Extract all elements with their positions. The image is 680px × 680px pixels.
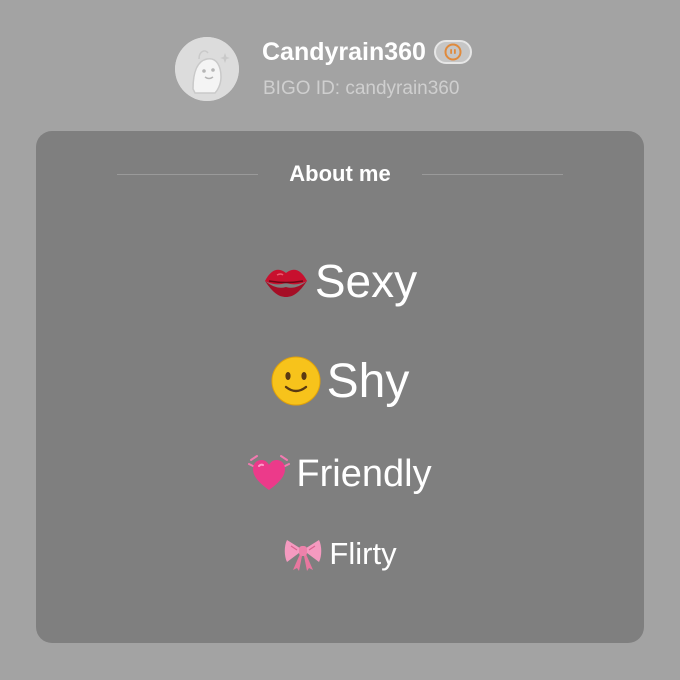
trait-friendly: Friendly	[36, 451, 644, 497]
ribbon-bow-icon	[285, 540, 322, 571]
trait-label: Flirty	[329, 536, 397, 571]
level-badge[interactable]	[433, 40, 472, 64]
trait-label: Friendly	[296, 452, 432, 495]
username: Candyrain360	[262, 37, 426, 66]
avatar[interactable]	[175, 37, 239, 101]
smiling-face-icon	[271, 356, 321, 406]
title-divider-right	[422, 174, 563, 175]
trait-label: Sexy	[314, 255, 418, 307]
trait-label: Shy	[326, 354, 410, 408]
trait-flirty: Flirty	[36, 533, 644, 575]
mascot-avatar-icon	[175, 37, 239, 101]
trait-shy: Shy	[36, 353, 644, 409]
about-me-card: About me Sexy Shy Friendly Flirty	[36, 131, 644, 643]
bigo-id: BIGO ID: candyrain360	[263, 78, 460, 99]
kiss-mark-icon	[264, 269, 307, 297]
trait-sexy: Sexy	[36, 253, 644, 309]
level-badge-icon	[444, 43, 462, 61]
beating-heart-icon	[248, 455, 291, 490]
username-row: Candyrain360	[262, 36, 472, 68]
profile-header: Candyrain360 BIGO ID: candyrain360	[0, 0, 680, 120]
